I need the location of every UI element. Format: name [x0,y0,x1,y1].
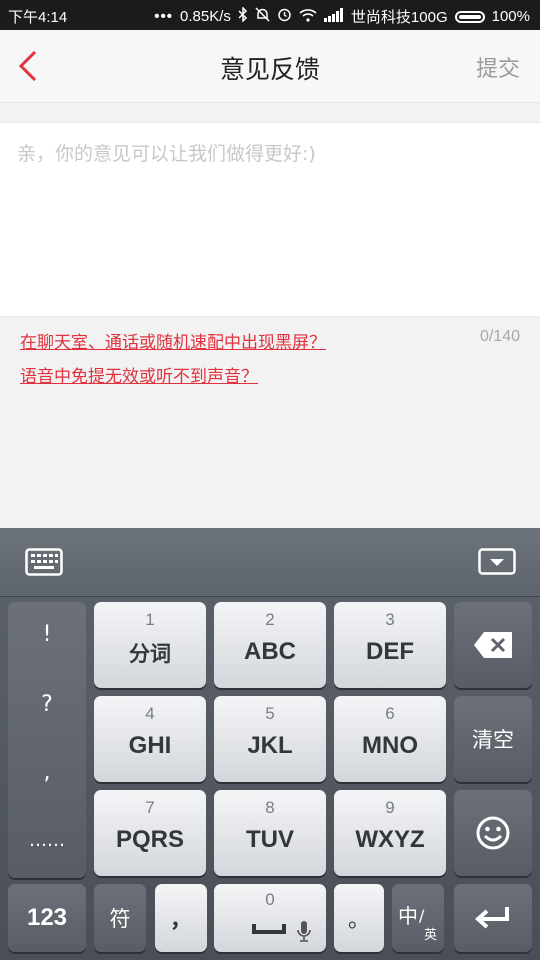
signal-icon [323,7,344,26]
battery-percent: 100% [491,8,530,25]
key-label: PQRS [115,826,184,853]
key-5-jkl[interactable]: 5 JKL [214,696,326,782]
key-1-segment[interactable]: 1 分词 [94,602,206,688]
key-number: 4 [145,704,155,723]
lang-main: 中 [398,904,418,928]
carrier-name: 世尚科技100G [350,9,448,26]
page-title: 意见反馈 [219,55,320,84]
clear-button[interactable]: 清空 [454,696,532,782]
key-number: 5 [265,704,275,723]
punct-question[interactable]: ? [8,692,86,717]
comma-key[interactable]: ， [155,884,207,952]
punct-exclaim[interactable]: ! [8,622,86,647]
key-2-abc[interactable]: 2 ABC [214,602,326,688]
language-switch-button[interactable]: 中 / 英 [392,884,444,952]
bluetooth-icon [238,6,248,26]
space-icon [252,924,286,934]
punct-ellipsis[interactable]: …… [8,830,86,851]
key-label: JKL [247,732,293,759]
key-label: MNO [362,732,418,759]
alarm-icon [277,7,292,26]
backspace-button[interactable] [454,602,532,688]
lang-sub: 英 [424,928,438,943]
suggestion-link-black-screen[interactable]: 在聊天室、通话或随机速配中出现黑屏？ [20,328,326,353]
period-key[interactable]: 。 [334,884,384,952]
suggestion-link-no-sound[interactable]: 语音中免提无效或听不到声音？ [20,362,258,387]
key-4-ghi[interactable]: 4 GHI [94,696,206,782]
enter-button[interactable] [454,884,532,952]
backspace-icon [474,632,512,658]
mute-bell-icon [255,7,270,26]
char-counter: 0/140 [479,328,520,345]
key-9-wxyz[interactable]: 9 WXYZ [334,790,446,876]
keyboard-hide-icon[interactable] [478,548,516,582]
key-label: TUV [246,826,294,853]
space-number: 0 [265,890,275,909]
key-number: 1 [145,610,155,629]
lang-slash-icon: / [419,906,425,925]
key-label: DEF [366,638,414,665]
numbers-button[interactable]: 123 [8,884,86,952]
feedback-input[interactable] [15,137,529,311]
network-speed: 0.85K/s [180,8,231,25]
submit-button[interactable]: 提交 [476,51,520,83]
enter-icon [475,907,509,929]
key-7-pqrs[interactable]: 7 PQRS [94,790,206,876]
key-label: ABC [244,638,296,665]
key-number: 7 [145,798,155,817]
keyboard: ! ? , …… 1 分词 2 ABC 3 DEF 4 GHI 5 JKL 6 … [0,528,540,960]
keyboard-switch-icon[interactable] [25,548,63,580]
punct-comma[interactable]: , [8,760,86,785]
key-number: 8 [265,798,275,817]
header-bar: 意见反馈 提交 [0,30,540,103]
status-time: 下午4:14 [8,9,68,26]
microphone-icon [297,921,311,942]
key-label: WXYZ [355,826,425,853]
key-label: GHI [128,732,172,759]
key-number: 3 [385,610,395,629]
key-6-mno[interactable]: 6 MNO [334,696,446,782]
keyboard-toolbar [0,528,540,597]
key-number: 6 [385,704,395,723]
key-3-def[interactable]: 3 DEF [334,602,446,688]
wifi-icon [299,8,317,26]
punctuation-column[interactable]: ! ? , …… [8,602,86,878]
space-key[interactable]: 0 [214,884,326,952]
status-bar: 下午4:14 ••• 0.85K/s 世尚科技100G 100% [0,0,540,30]
more-dots-icon: ••• [154,8,174,25]
smiley-icon [476,816,510,850]
emoji-button[interactable] [454,790,532,876]
key-number: 9 [385,798,395,817]
key-label: 分词 [129,642,171,666]
battery-icon [454,10,485,23]
key-8-tuv[interactable]: 8 TUV [214,790,326,876]
symbols-button[interactable]: 符 [94,884,146,952]
key-number: 2 [265,610,275,629]
feedback-input-area [0,122,540,317]
